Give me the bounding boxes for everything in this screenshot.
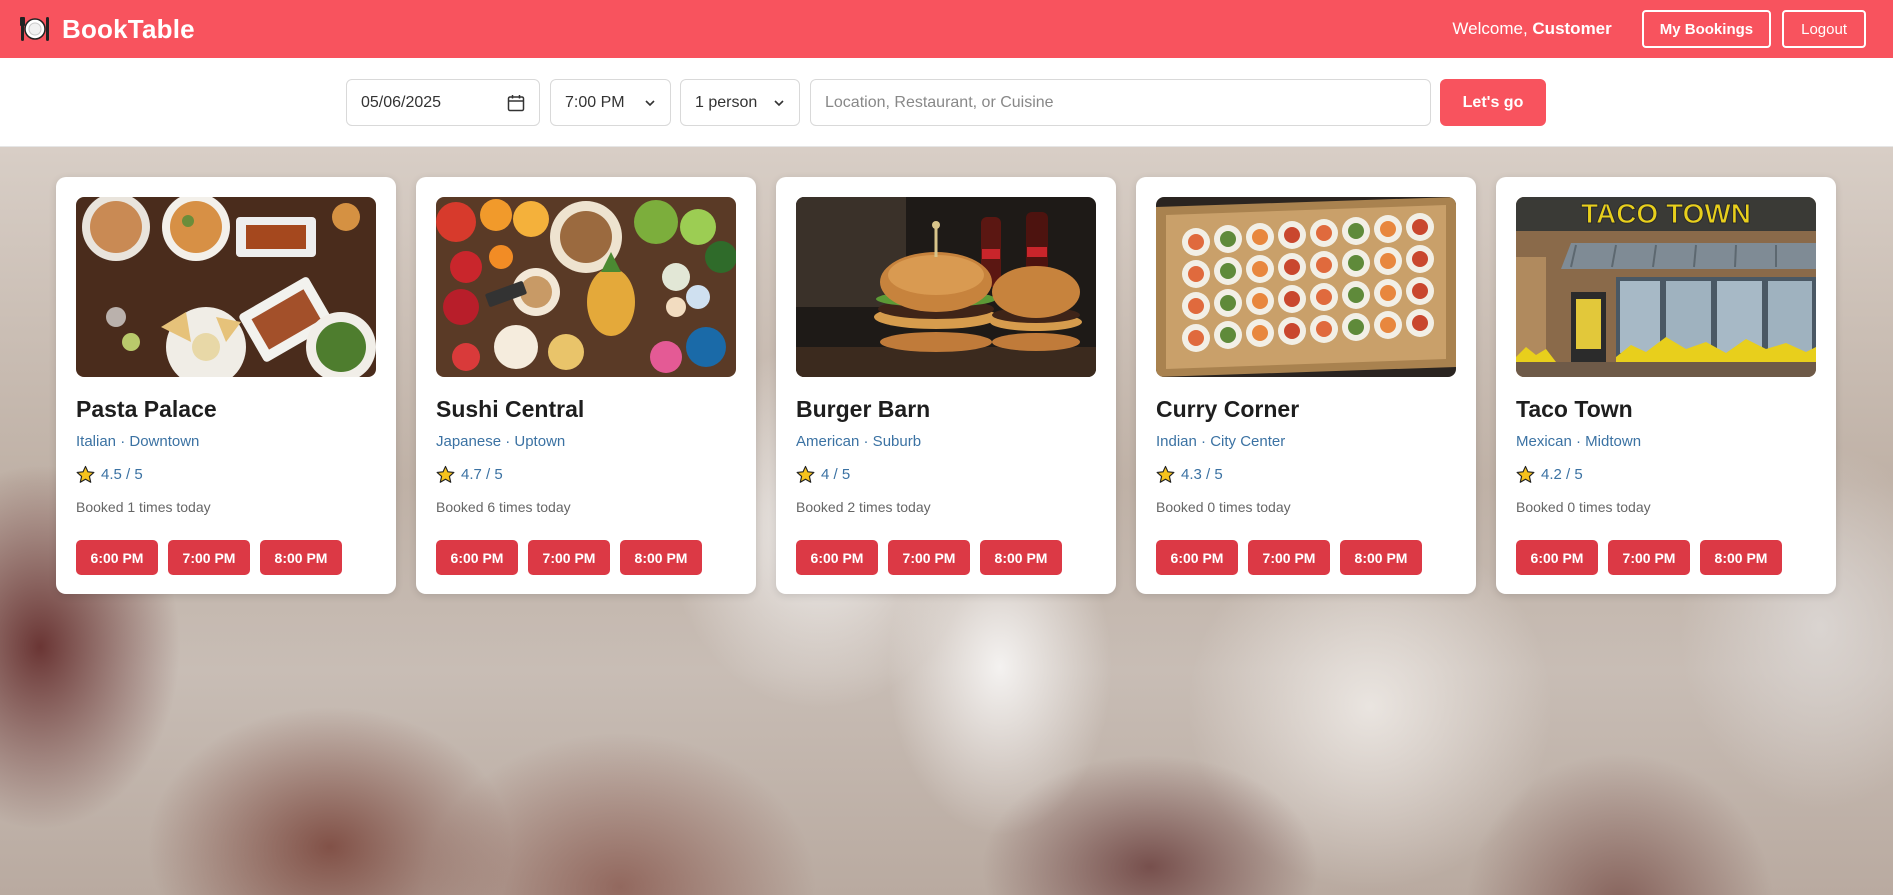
time-slot-button[interactable]: 6:00 PM bbox=[436, 540, 518, 575]
restaurant-cuisine-location: Japanese · Uptown bbox=[436, 433, 566, 450]
time-slot-button[interactable]: 8:00 PM bbox=[620, 540, 702, 575]
time-slot-button[interactable]: 6:00 PM bbox=[1516, 540, 1598, 575]
date-value: 05/06/2025 bbox=[361, 93, 442, 111]
time-slot-button[interactable]: 7:00 PM bbox=[168, 540, 250, 575]
chevron-down-icon bbox=[774, 99, 784, 106]
time-slot-button[interactable]: 6:00 PM bbox=[1156, 540, 1238, 575]
time-slot-button[interactable]: 7:00 PM bbox=[1248, 540, 1330, 575]
calendar-icon[interactable] bbox=[507, 94, 525, 112]
restaurant-card: TACO TOWN Taco Town Mexican · Midtown 4.… bbox=[1496, 177, 1836, 594]
star-icon bbox=[76, 465, 95, 483]
time-slot-button[interactable]: 6:00 PM bbox=[796, 540, 878, 575]
restaurant-cuisine-location: Indian · City Center bbox=[1156, 433, 1286, 450]
restaurant-card: Burger Barn American · Suburb 4 / 5 Book… bbox=[776, 177, 1116, 594]
my-bookings-button[interactable]: My Bookings bbox=[1641, 10, 1772, 48]
rating-value: 4.3 / 5 bbox=[1181, 465, 1223, 483]
time-slot-button[interactable]: 7:00 PM bbox=[528, 540, 610, 575]
restaurant-name[interactable]: Sushi Central bbox=[436, 395, 736, 423]
time-slot-button[interactable]: 8:00 PM bbox=[260, 540, 342, 575]
restaurant-cuisine-location: Mexican · Midtown bbox=[1516, 433, 1642, 450]
top-navbar: BookTable Welcome, Customer My Bookings … bbox=[0, 0, 1893, 58]
time-slot-list: 6:00 PM 7:00 PM 8:00 PM bbox=[1156, 540, 1422, 575]
restaurant-photo[interactable] bbox=[436, 197, 736, 377]
search-bar: 05/06/2025 7:00 PM 1 person Location, Re… bbox=[0, 58, 1893, 147]
restaurant-photo[interactable]: TACO TOWN bbox=[1516, 197, 1816, 377]
time-slot-list: 6:00 PM 7:00 PM 8:00 PM bbox=[76, 540, 342, 575]
time-slot-list: 6:00 PM 7:00 PM 8:00 PM bbox=[436, 540, 702, 575]
storefront-sign: TACO TOWN bbox=[1581, 198, 1751, 229]
time-select[interactable]: 7:00 PM bbox=[550, 79, 671, 126]
restaurant-cuisine-location: Italian · Downtown bbox=[76, 433, 200, 450]
time-slot-button[interactable]: 8:00 PM bbox=[1340, 540, 1422, 575]
restaurant-name[interactable]: Curry Corner bbox=[1156, 395, 1456, 423]
time-slot-button[interactable]: 7:00 PM bbox=[1608, 540, 1690, 575]
booked-count: Booked 0 times today bbox=[1156, 499, 1291, 515]
booked-count: Booked 6 times today bbox=[436, 499, 571, 515]
party-size-select[interactable]: 1 person bbox=[680, 79, 800, 126]
time-slot-button[interactable]: 8:00 PM bbox=[1700, 540, 1782, 575]
brand-name: BookTable bbox=[62, 13, 195, 44]
rating-value: 4.2 / 5 bbox=[1541, 465, 1583, 483]
restaurant-card: Sushi Central Japanese · Uptown 4.7 / 5 … bbox=[416, 177, 756, 594]
restaurant-photo[interactable] bbox=[1156, 197, 1456, 377]
restaurant-cuisine-location: American · Suburb bbox=[796, 433, 922, 450]
restaurant-card-list: Pasta Palace Italian · Downtown 4.5 / 5 … bbox=[56, 177, 1836, 594]
restaurant-rating: 4.2 / 5 bbox=[1516, 465, 1816, 484]
restaurant-name[interactable]: Pasta Palace bbox=[76, 395, 376, 423]
party-size-value: 1 person bbox=[695, 93, 758, 111]
restaurant-photo[interactable] bbox=[76, 197, 376, 377]
welcome-prefix: Welcome, bbox=[1452, 19, 1533, 38]
restaurant-name[interactable]: Burger Barn bbox=[796, 395, 1096, 423]
restaurant-name[interactable]: Taco Town bbox=[1516, 395, 1816, 423]
time-slot-button[interactable]: 6:00 PM bbox=[76, 540, 158, 575]
star-icon bbox=[796, 465, 815, 483]
star-icon bbox=[436, 465, 455, 483]
rating-value: 4.7 / 5 bbox=[461, 465, 503, 483]
time-slot-button[interactable]: 8:00 PM bbox=[980, 540, 1062, 575]
lets-go-button[interactable]: Let's go bbox=[1440, 79, 1546, 126]
star-icon bbox=[1516, 465, 1535, 483]
logout-button[interactable]: Logout bbox=[1782, 10, 1866, 48]
star-icon bbox=[1156, 465, 1175, 483]
plate-fork-knife-icon bbox=[20, 17, 49, 41]
restaurant-rating: 4 / 5 bbox=[796, 465, 1096, 484]
restaurant-card: Pasta Palace Italian · Downtown 4.5 / 5 … bbox=[56, 177, 396, 594]
booked-count: Booked 2 times today bbox=[796, 499, 931, 515]
search-placeholder: Location, Restaurant, or Cuisine bbox=[825, 93, 1054, 111]
time-slot-list: 6:00 PM 7:00 PM 8:00 PM bbox=[796, 540, 1062, 575]
restaurant-rating: 4.7 / 5 bbox=[436, 465, 736, 484]
welcome-username: Customer bbox=[1532, 19, 1612, 38]
time-slot-button[interactable]: 7:00 PM bbox=[888, 540, 970, 575]
booked-count: Booked 0 times today bbox=[1516, 499, 1651, 515]
search-input[interactable]: Location, Restaurant, or Cuisine bbox=[810, 79, 1431, 126]
booked-count: Booked 1 times today bbox=[76, 499, 211, 515]
rating-value: 4 / 5 bbox=[821, 465, 851, 483]
restaurant-card: Curry Corner Indian · City Center 4.3 / … bbox=[1136, 177, 1476, 594]
time-value: 7:00 PM bbox=[565, 93, 625, 111]
brand-logo[interactable]: BookTable bbox=[20, 14, 195, 45]
date-input[interactable]: 05/06/2025 bbox=[346, 79, 540, 126]
chevron-down-icon bbox=[645, 99, 655, 106]
rating-value: 4.5 / 5 bbox=[101, 465, 143, 483]
restaurant-photo[interactable] bbox=[796, 197, 1096, 377]
time-slot-list: 6:00 PM 7:00 PM 8:00 PM bbox=[1516, 540, 1782, 575]
welcome-message: Welcome, Customer bbox=[1452, 19, 1611, 39]
restaurant-rating: 4.3 / 5 bbox=[1156, 465, 1456, 484]
restaurant-rating: 4.5 / 5 bbox=[76, 465, 376, 484]
